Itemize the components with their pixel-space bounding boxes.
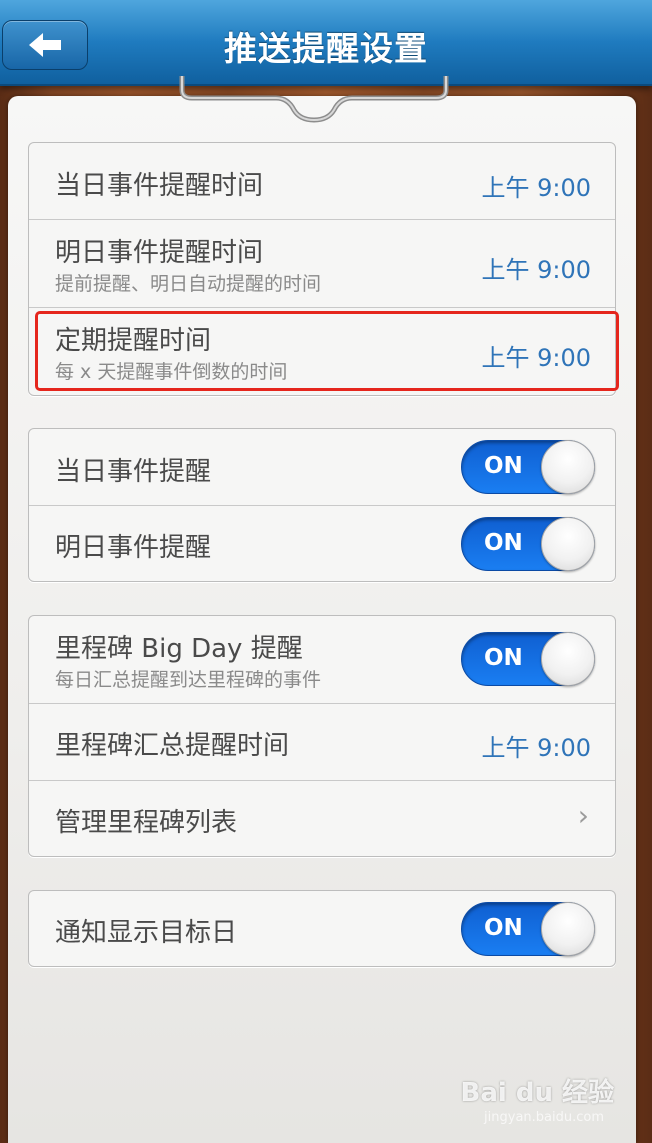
row-title: 里程碑 Big Day 提醒 xyxy=(55,634,303,664)
row-title: 明日事件提醒时间 xyxy=(55,238,264,268)
row-title: 当日事件提醒时间 xyxy=(55,171,264,201)
toggle-knob xyxy=(541,632,595,686)
time-value: 上午 9:00 xyxy=(481,256,591,284)
row-title: 里程碑汇总提醒时间 xyxy=(55,731,290,761)
time-value: 上午 9:00 xyxy=(481,174,591,202)
today-event-toggle[interactable]: ON xyxy=(461,440,595,494)
row-subtitle: 提前提醒、明日自动提醒的时间 xyxy=(55,273,322,295)
row-subtitle: 每日汇总提醒到达里程碑的事件 xyxy=(55,669,322,691)
tomorrow-event-reminder-row: 明日事件提醒 ON xyxy=(29,506,615,581)
tomorrow-reminder-time-row[interactable]: 明日事件提醒时间 提前提醒、明日自动提醒的时间 上午 9:00 xyxy=(29,220,615,308)
toggle-knob xyxy=(541,517,595,571)
toggle-knob xyxy=(541,440,595,494)
toggle-label: ON xyxy=(484,645,523,671)
row-title: 管理里程碑列表 xyxy=(55,808,238,838)
baidu-watermark: Bai du 经验 xyxy=(460,1078,615,1108)
today-reminder-time-row[interactable]: 当日事件提醒时间 上午 9:00 xyxy=(29,143,615,220)
notification-group: 通知显示目标日 ON xyxy=(28,890,616,967)
page-title: 推送提醒设置 xyxy=(224,29,428,68)
toggle-knob xyxy=(541,902,595,956)
milestone-summary-time-row[interactable]: 里程碑汇总提醒时间 上午 9:00 xyxy=(29,704,615,781)
row-title: 当日事件提醒 xyxy=(55,457,212,487)
toggle-label: ON xyxy=(484,915,523,941)
manage-milestones-row[interactable]: 管理里程碑列表 › xyxy=(29,781,615,856)
show-target-day-row: 通知显示目标日 ON xyxy=(29,891,615,966)
highlight-box xyxy=(35,311,619,391)
clipboard-clip-icon xyxy=(179,76,449,123)
today-event-reminder-row: 当日事件提醒 ON xyxy=(29,429,615,506)
nav-bar: 推送提醒设置 xyxy=(0,0,652,86)
watermark-url: jingyan.baidu.com xyxy=(484,1110,604,1125)
toggle-label: ON xyxy=(484,453,523,479)
row-title: 明日事件提醒 xyxy=(55,533,212,563)
milestone-group: 里程碑 Big Day 提醒 每日汇总提醒到达里程碑的事件 ON 里程碑汇总提醒… xyxy=(28,615,616,857)
chevron-right-icon: › xyxy=(577,799,589,832)
show-target-day-toggle[interactable]: ON xyxy=(461,902,595,956)
event-reminder-group: 当日事件提醒 ON 明日事件提醒 ON xyxy=(28,428,616,582)
row-title: 通知显示目标日 xyxy=(55,918,238,948)
milestone-toggle[interactable]: ON xyxy=(461,632,595,686)
tomorrow-event-toggle[interactable]: ON xyxy=(461,517,595,571)
toggle-label: ON xyxy=(484,530,523,556)
milestone-reminder-row: 里程碑 Big Day 提醒 每日汇总提醒到达里程碑的事件 ON xyxy=(29,616,615,704)
time-value: 上午 9:00 xyxy=(481,734,591,762)
